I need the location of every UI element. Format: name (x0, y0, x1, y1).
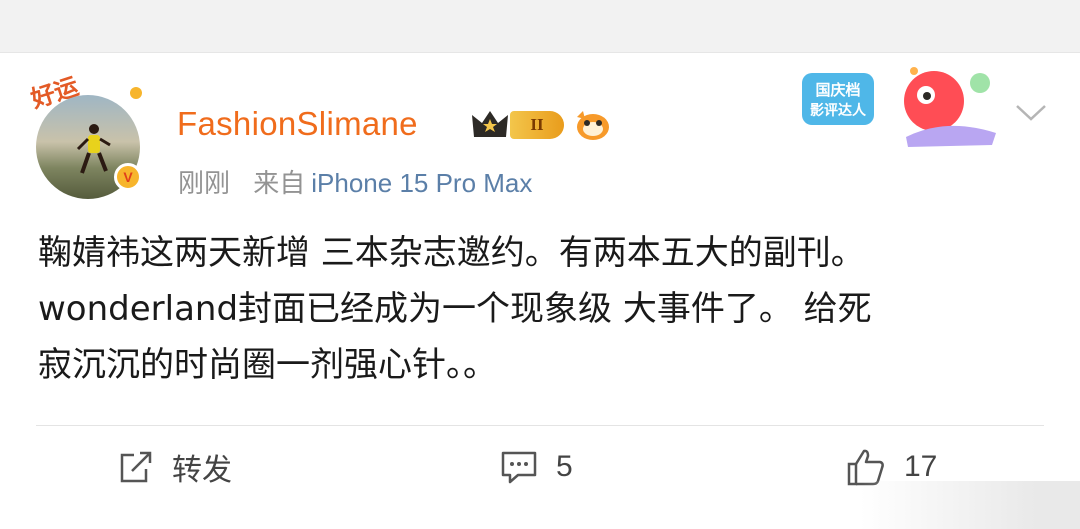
runner-figure (76, 124, 111, 174)
post-text-line: wonderland封面已经成为一个现象级 大事件了。 给死 (38, 289, 872, 329)
avatar[interactable]: 好运 V (28, 72, 150, 199)
share-label: 转发 (172, 454, 232, 487)
source-prefix: 来自 (253, 168, 306, 198)
comment-count: 5 (556, 450, 573, 483)
verified-v-icon: V (114, 163, 142, 191)
chevron-down-icon[interactable] (1014, 103, 1048, 123)
post-text-line: 鞠婧祎这两天新增 三本杂志邀约。有两本五大的副刊。 (38, 233, 865, 273)
username[interactable]: FashionSlimane (177, 105, 418, 143)
divider (36, 425, 1044, 426)
event-sticker[interactable]: 国庆档 影评达人 (796, 59, 1006, 149)
post-text-line: 寂沉沉的时尚圈一剂强心针。。 (38, 345, 497, 385)
post-card: 好运 V FashionSlimane II 刚刚 来自 iPhone 15 Pr… (0, 52, 1080, 529)
sticker-line2: 影评达人 (810, 102, 867, 119)
avatar-decoration (130, 87, 142, 99)
post-text: 鞠婧祎这两天新增 三本杂志邀约。有两本五大的副刊。 wonderland封面已经… (38, 225, 1048, 393)
comment-icon (501, 451, 537, 484)
sticker-line1: 国庆档 (815, 81, 860, 99)
post-time: 刚刚 (178, 168, 231, 198)
share-button[interactable]: 转发 (118, 445, 232, 489)
crown-icon (472, 111, 508, 137)
comment-button[interactable]: 5 (500, 445, 573, 489)
fish-icon[interactable] (573, 109, 613, 143)
level-badge[interactable]: II (510, 111, 564, 139)
like-count: 17 (904, 450, 938, 483)
source-link[interactable]: iPhone 15 Pro Max (311, 168, 532, 198)
post-meta: 刚刚 来自 iPhone 15 Pro Max (178, 163, 532, 200)
share-icon (120, 451, 152, 483)
bottom-fade-overlay (860, 481, 1080, 529)
